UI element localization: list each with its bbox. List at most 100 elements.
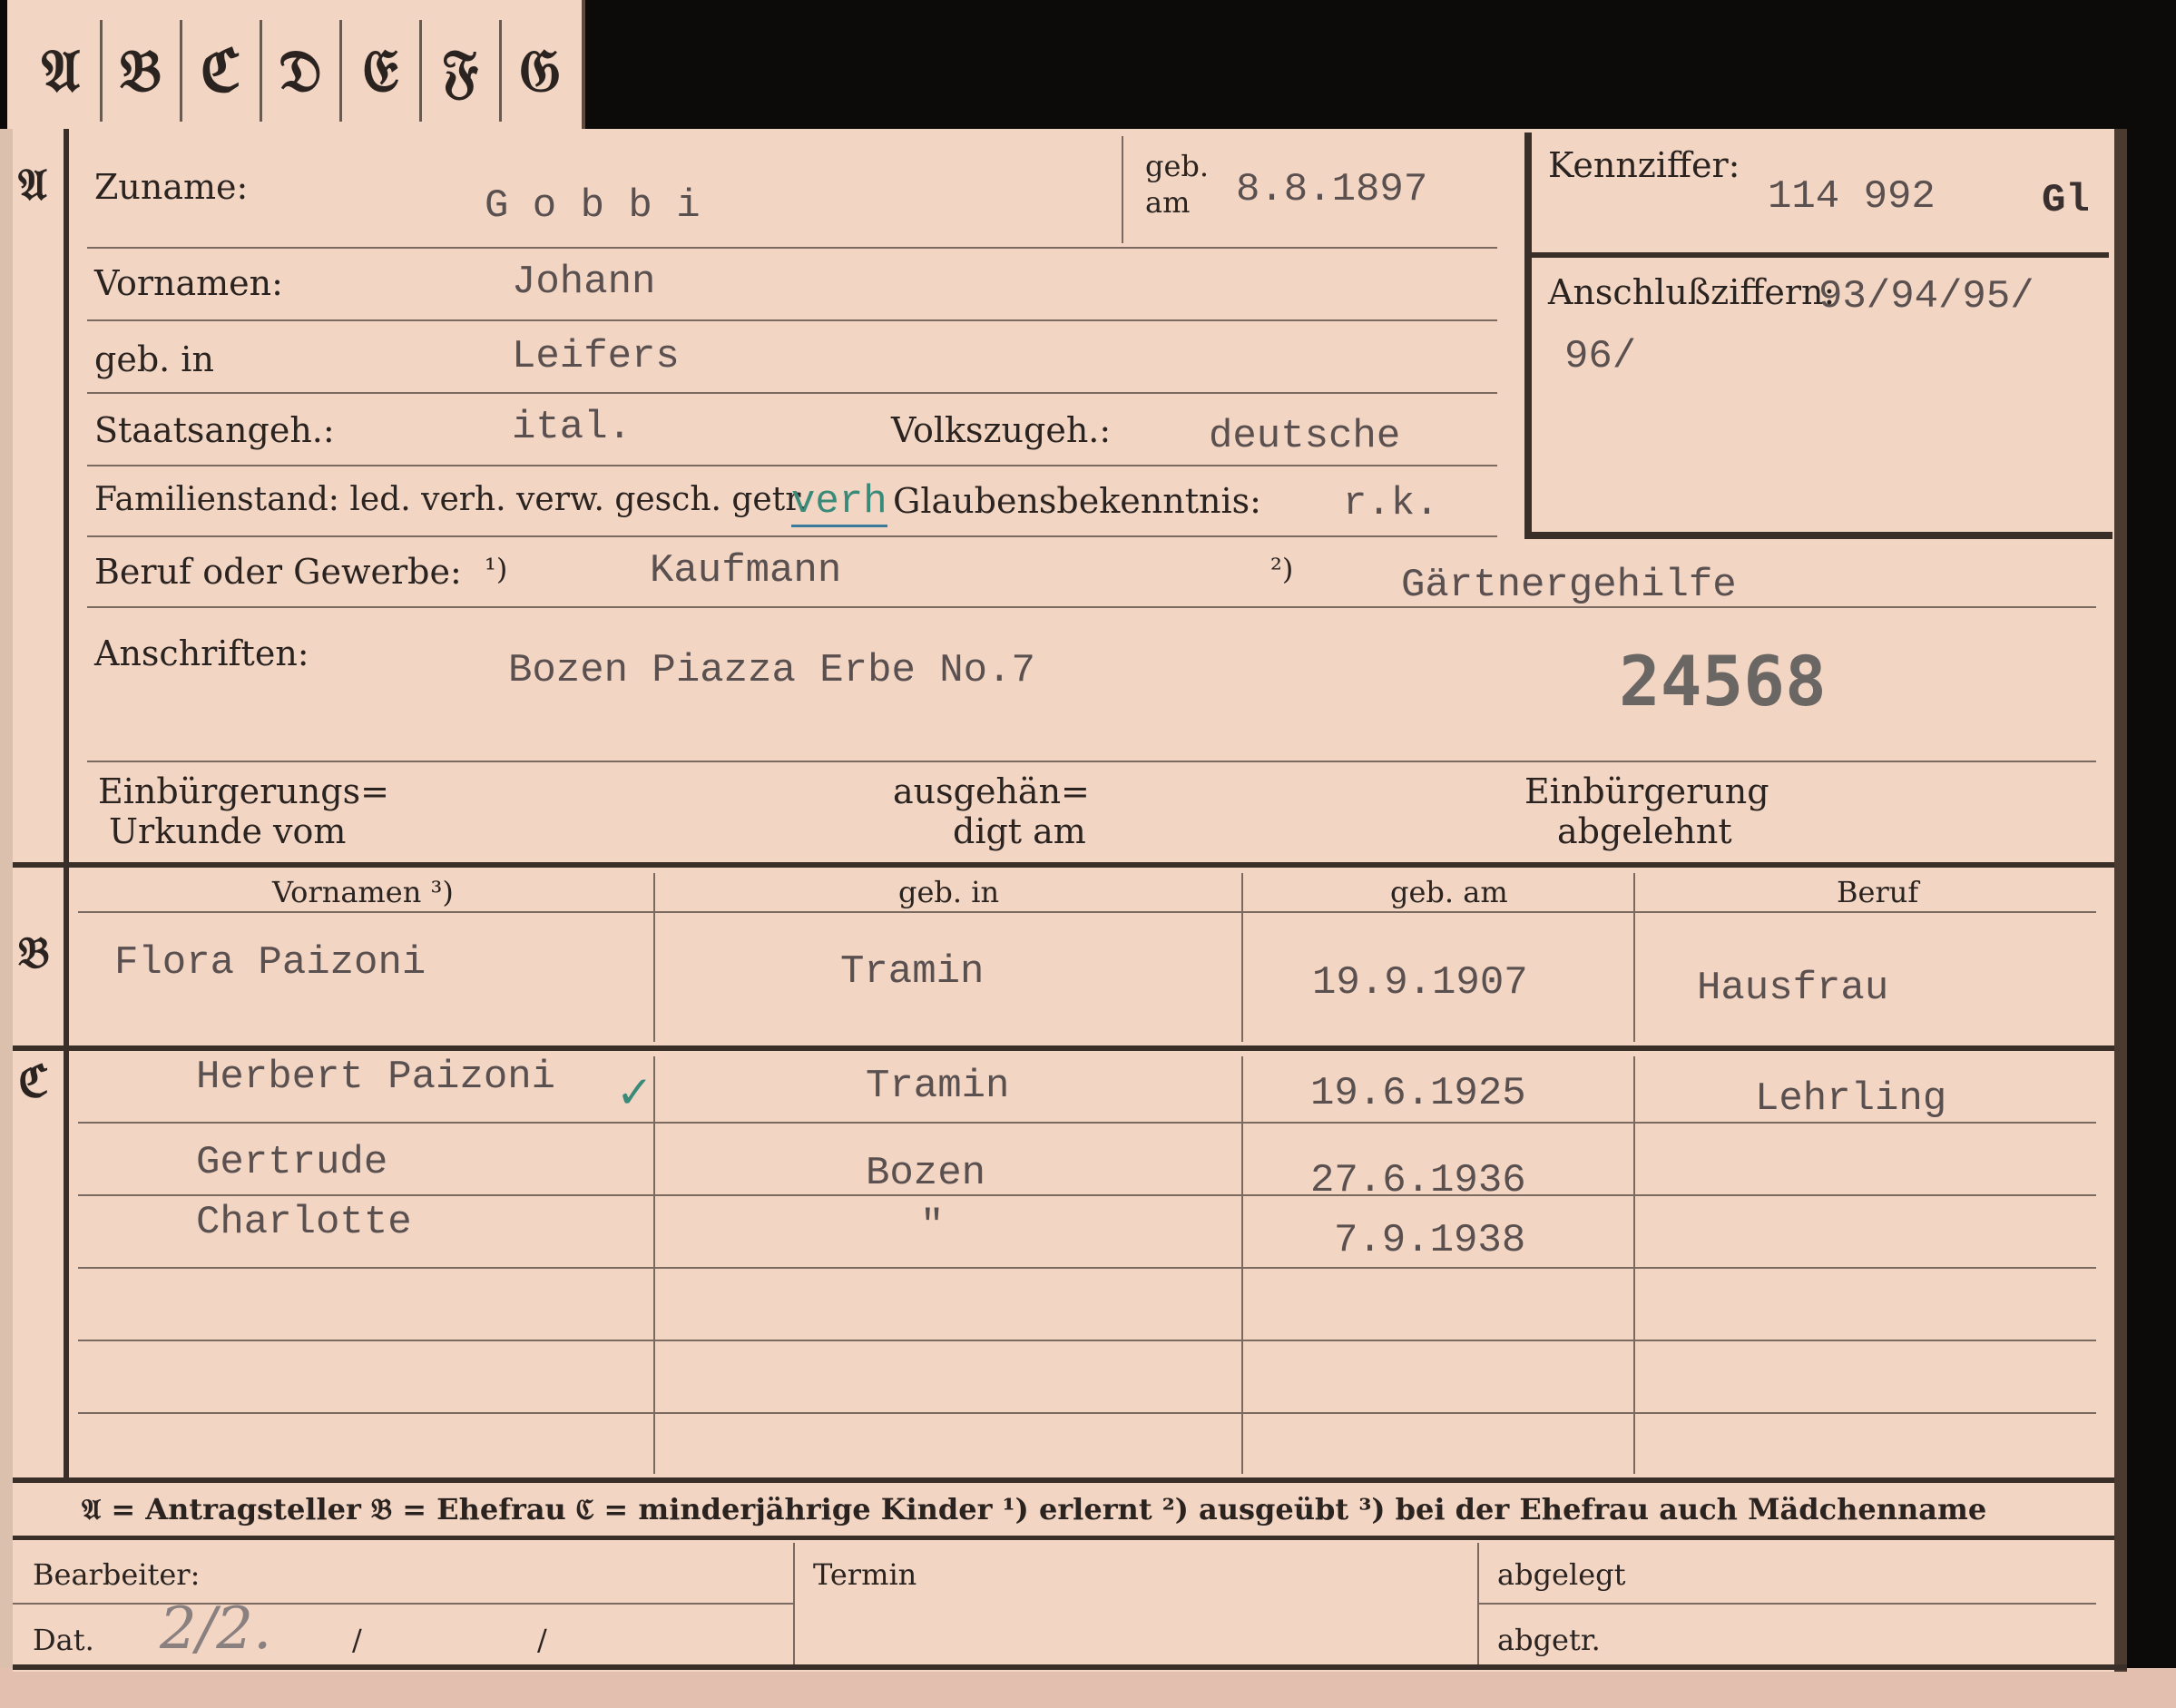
child-name: Charlotte [196, 1200, 412, 1245]
tab-g[interactable]: 𝔊 [501, 20, 579, 122]
vornamen-value: Johann [512, 260, 656, 305]
tab-b[interactable]: 𝔅 [102, 20, 182, 122]
zuname-value: G o b b i [485, 183, 701, 229]
wife-birthdate: 19.9.1907 [1312, 960, 1528, 1006]
anschluss-value-1: 93/94/95/ [1818, 274, 2034, 319]
geb-am-value: 8.8.1897 [1236, 167, 1428, 212]
card-right-edge [2114, 129, 2127, 1672]
legend-bottom-rule [13, 1536, 2114, 1540]
tab-c[interactable]: ℭ [181, 20, 262, 122]
date-slash-1: / [352, 1623, 362, 1657]
wife-header-geb-am: geb. am [1390, 875, 1508, 909]
child-occupation: Lehrling [1755, 1076, 1947, 1122]
child-birthdate: 19.6.1925 [1310, 1071, 1526, 1116]
rule [78, 1340, 2096, 1341]
rule [1241, 873, 1243, 1042]
tab-f[interactable]: 𝔉 [421, 20, 502, 122]
anschriften-value: Bozen Piazza Erbe No.7 [508, 648, 1035, 693]
rule [87, 535, 1497, 537]
anschluss-value-2: 96/ [1564, 334, 1637, 379]
wife-birthplace: Tramin [840, 949, 985, 995]
child-birthdate: 7.9.1938 [1334, 1218, 1526, 1263]
einb-urkunde-label-2: Urkunde vom [109, 811, 347, 851]
rule [653, 1056, 655, 1474]
staatsangeh-label: Staatsangeh.: [94, 410, 335, 450]
rule [78, 1267, 2096, 1269]
familienstand-value: verh [791, 479, 887, 527]
anschriften-label: Anschriften: [94, 633, 309, 673]
section-c-left-rule [64, 1051, 69, 1477]
tab-e[interactable]: 𝔈 [341, 20, 422, 122]
zuname-label: Zuname: [94, 167, 249, 207]
rule [1122, 136, 1123, 243]
rule [653, 873, 655, 1042]
wife-name: Flora Paizoni [114, 940, 426, 986]
card-bottom-edge [0, 1668, 2176, 1708]
wife-header-geb-in: geb. in [898, 875, 1000, 909]
beruf-note-2: ²) [1270, 552, 1294, 586]
tab-a[interactable]: 𝔄 [22, 20, 103, 122]
rule [87, 392, 1497, 394]
tab-d[interactable]: 𝔇 [261, 20, 342, 122]
kennziffer-value: 114 992 [1768, 174, 1936, 220]
footer-bottom-rule [13, 1664, 2127, 1670]
beruf-value-1: Kaufmann [650, 548, 842, 594]
rule [1633, 873, 1635, 1042]
rule [793, 1543, 795, 1664]
kennziffer-label: Kennziffer: [1548, 145, 1740, 185]
bearbeiter-label: Bearbeiter: [33, 1557, 201, 1592]
rule [78, 1122, 2096, 1124]
kennziffer-suffix: Gl [2042, 178, 2090, 223]
geb-am-label-1: geb. [1145, 149, 1210, 183]
rule [1633, 1056, 1635, 1474]
child-birthdate: 27.6.1936 [1310, 1158, 1526, 1203]
anschluss-label: Anschlußziffern: [1548, 272, 1836, 312]
volkszugeh-label: Volkszugeh.: [891, 410, 1112, 450]
child-name: Gertrude [196, 1140, 388, 1185]
index-tabs: 𝔄 𝔅 ℭ 𝔇 𝔈 𝔉 𝔊 [7, 0, 585, 129]
registration-stamp: 24568 [1619, 641, 1827, 721]
glaubens-value: r.k. [1343, 481, 1439, 526]
section-c-top-rule [13, 1045, 2114, 1051]
section-b-left-rule [64, 868, 69, 1045]
wife-header-beruf: Beruf [1837, 875, 1919, 909]
einb-urkunde-label-1: Einbürgerungs= [98, 771, 389, 811]
section-a-marker: 𝔄 [18, 160, 47, 211]
geb-in-value: Leifers [512, 334, 680, 379]
einb-abgelehnt-label-2: abgelehnt [1557, 811, 1732, 851]
kennziffer-divider [1532, 252, 2109, 258]
rule [78, 1412, 2096, 1414]
beruf-label: Beruf oder Gewerbe: [94, 552, 462, 592]
rule [87, 319, 1497, 321]
rule [13, 1603, 793, 1605]
abgetr-label: abgetr. [1497, 1623, 1601, 1657]
section-c-marker: ℭ [18, 1056, 49, 1107]
beruf-note-1: ¹) [485, 552, 508, 586]
rule [78, 911, 2096, 913]
child-name: Herbert Paizoni [196, 1055, 556, 1100]
ausgehaendigt-label-1: ausgehän= [893, 771, 1090, 811]
einb-abgelehnt-label-1: Einbürgerung [1524, 771, 1769, 811]
section-a-left-rule [64, 129, 69, 864]
child-birthplace: Bozen [866, 1151, 986, 1196]
child-birthplace: Tramin [866, 1064, 1010, 1109]
rule [87, 761, 2096, 762]
ausgehaendigt-label-2: digt am [953, 811, 1086, 851]
wife-occupation: Hausfrau [1697, 966, 1889, 1011]
termin-label: Termin [813, 1557, 917, 1592]
rule [1479, 1603, 2096, 1605]
rule [1241, 1056, 1243, 1474]
beruf-value-2: Gärtnergehilfe [1401, 563, 1737, 608]
handwritten-date: 2/2. [160, 1595, 272, 1663]
section-b-top-rule [13, 862, 2114, 868]
child-birthplace: " [920, 1203, 945, 1249]
legend: 𝔄 = Antragsteller 𝔅 = Ehefrau ℭ = minder… [82, 1492, 1987, 1526]
legend-top-rule [13, 1477, 2114, 1483]
rule [87, 465, 1497, 466]
check-mark-icon: ✓ [619, 1065, 650, 1124]
geb-am-label-2: am [1145, 185, 1191, 220]
wife-header-vornamen: Vornamen ³) [272, 875, 454, 909]
section-b-marker: 𝔅 [18, 928, 50, 978]
abgelegt-label: abgelegt [1497, 1557, 1626, 1592]
rule [78, 1194, 2096, 1196]
